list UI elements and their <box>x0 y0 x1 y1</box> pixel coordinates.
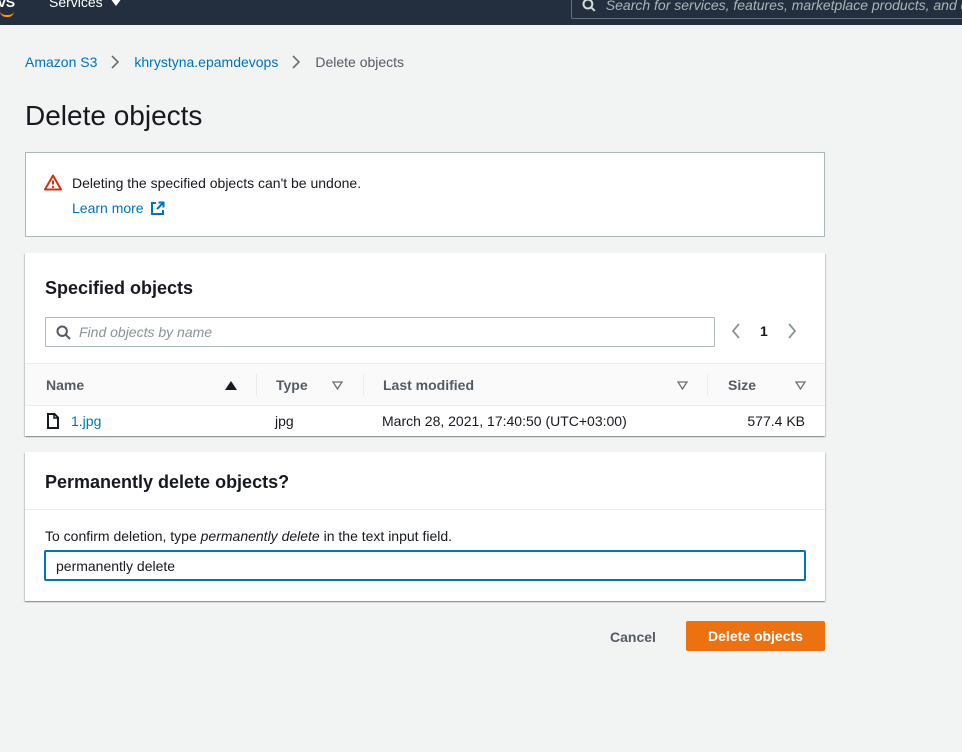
object-name-cell: 1.jpg <box>71 413 101 429</box>
filter-box[interactable] <box>45 317 715 347</box>
caret-down-icon <box>109 0 122 6</box>
column-header-size[interactable]: Size <box>728 377 756 393</box>
specified-objects-heading: Specified objects <box>45 278 194 298</box>
page-title: Delete objects <box>25 100 203 131</box>
aws-logo[interactable]: vS <box>0 0 15 10</box>
column-header-name[interactable]: Name <box>46 377 84 393</box>
chevron-right-icon <box>292 55 301 69</box>
confirm-delete-input[interactable] <box>44 550 806 581</box>
column-header-last-modified[interactable]: Last modified <box>383 377 474 393</box>
warning-icon <box>44 174 62 194</box>
top-nav-bar: vS Services <box>0 0 962 25</box>
object-size-cell: 577.4 KB <box>747 413 805 429</box>
chevron-right-icon[interactable] <box>787 323 797 339</box>
filter-objects-input[interactable] <box>79 324 679 340</box>
breadcrumb-bucket[interactable]: khrystyna.epamdevops <box>134 54 278 70</box>
chevron-right-icon <box>111 55 120 69</box>
object-name-link[interactable]: 1.jpg <box>71 413 101 429</box>
confirm-instruction: To confirm deletion, type permanently de… <box>45 528 453 544</box>
services-menu-button[interactable]: Services <box>49 0 122 10</box>
specified-objects-panel: Specified objects 1 Name Type Last modif… <box>25 253 825 436</box>
breadcrumb: Amazon S3 khrystyna.epamdevops Delete ob… <box>25 54 404 70</box>
cancel-button[interactable]: Cancel <box>600 622 666 651</box>
file-icon <box>47 413 59 429</box>
sort-icon[interactable] <box>677 381 688 390</box>
confirm-heading: Permanently delete objects? <box>45 472 290 492</box>
pagination: 1 <box>731 323 797 339</box>
global-search-box[interactable] <box>571 0 962 19</box>
divider <box>25 509 825 510</box>
learn-more-link[interactable]: Learn more <box>72 200 165 216</box>
external-link-icon <box>150 201 165 215</box>
sort-ascending-icon[interactable] <box>225 381 237 390</box>
delete-objects-button[interactable]: Delete objects <box>686 621 825 651</box>
confirm-delete-panel: Permanently delete objects? To confirm d… <box>25 452 825 601</box>
object-last-modified-cell: March 28, 2021, 17:40:50 (UTC+03:00) <box>382 413 627 429</box>
column-divider <box>707 374 708 396</box>
alert-message: Deleting the specified objects can't be … <box>72 175 362 191</box>
column-header-type[interactable]: Type <box>276 377 308 393</box>
column-divider <box>363 374 364 396</box>
warning-alert: Deleting the specified objects can't be … <box>25 152 825 237</box>
breadcrumb-current: Delete objects <box>315 54 405 70</box>
learn-more-label: Learn more <box>72 200 144 216</box>
table-row: 1.jpg jpg March 28, 2021, 17:40:50 (UTC+… <box>25 406 825 436</box>
object-type-cell: jpg <box>275 413 294 429</box>
search-icon <box>582 0 596 12</box>
column-divider <box>256 374 257 396</box>
search-icon <box>56 325 71 340</box>
chevron-left-icon[interactable] <box>731 323 741 339</box>
sort-icon[interactable] <box>795 381 806 390</box>
aws-logo-smile-icon <box>0 11 14 17</box>
services-label: Services <box>49 0 103 10</box>
breadcrumb-amazon-s3[interactable]: Amazon S3 <box>25 54 97 70</box>
global-search-input[interactable] <box>605 0 962 13</box>
sort-icon[interactable] <box>332 381 343 390</box>
table-header: Name Type Last modified Size <box>25 363 825 406</box>
page-number[interactable]: 1 <box>760 323 768 339</box>
